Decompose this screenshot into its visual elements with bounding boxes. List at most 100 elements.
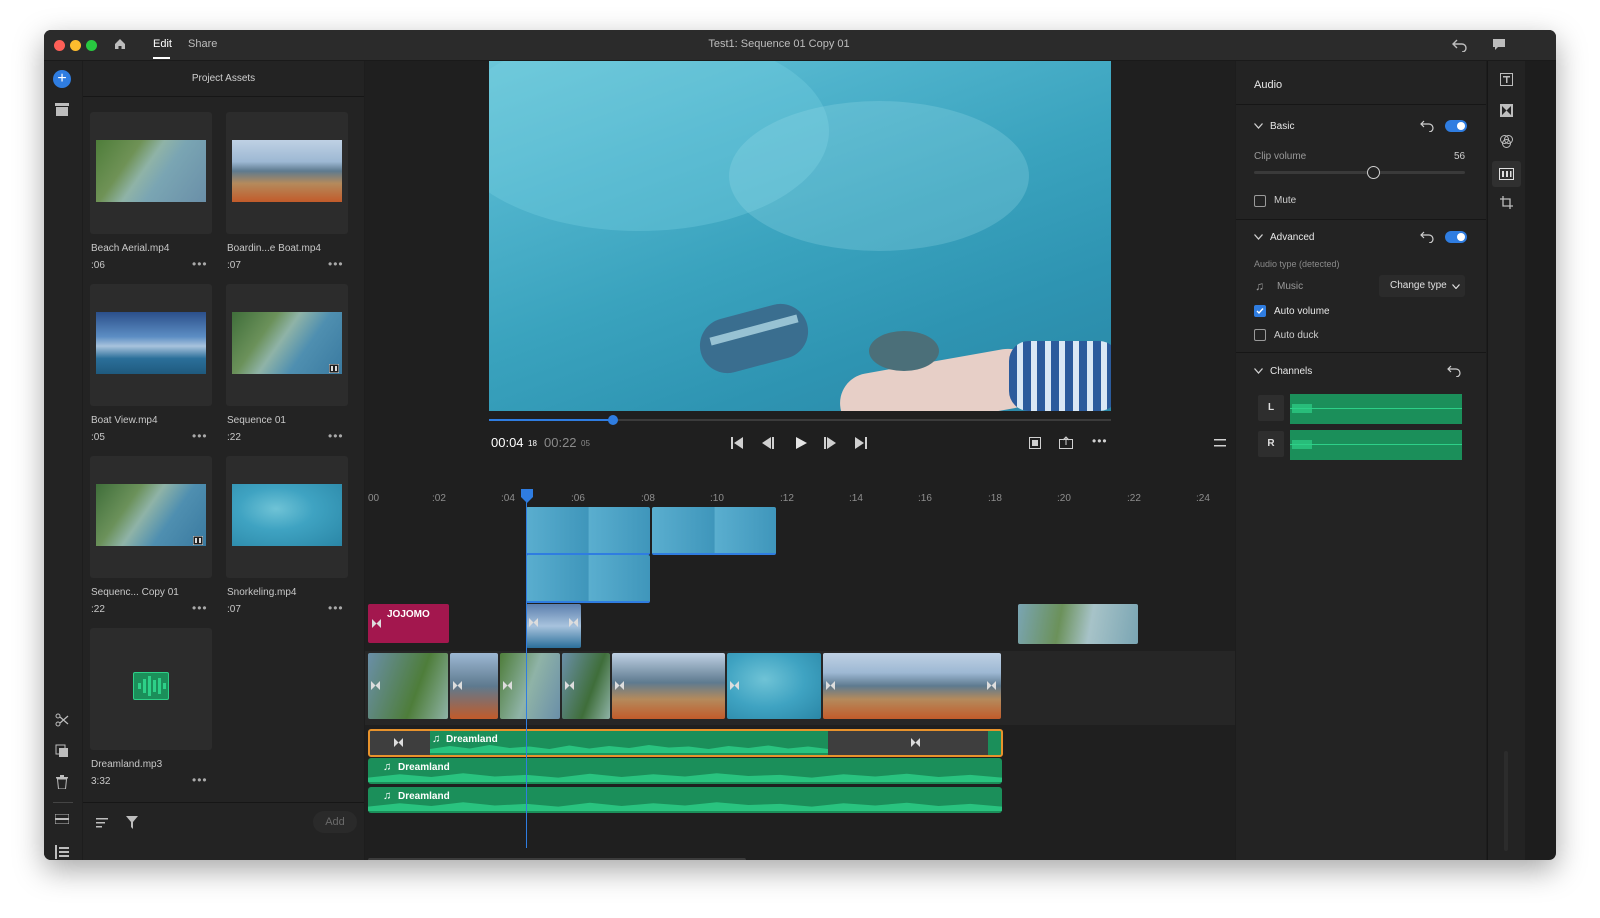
asset-card-boat-view[interactable] xyxy=(90,284,212,406)
right-channel-button[interactable]: R xyxy=(1258,431,1284,457)
step-forward-icon[interactable] xyxy=(824,437,836,449)
asset-name: Boardin...e Boat.mp4 xyxy=(227,243,321,254)
audio-clip-selected[interactable]: ♫ Dreamland xyxy=(368,729,1003,757)
timeline-clip[interactable] xyxy=(526,604,581,648)
timeline-clip[interactable] xyxy=(526,555,650,603)
asset-name: Sequence 01 xyxy=(227,415,286,426)
go-to-end-icon[interactable] xyxy=(855,437,867,449)
transitions-icon[interactable] xyxy=(1500,104,1513,117)
timeline-clip[interactable] xyxy=(1018,604,1138,644)
project-assets-header: Project Assets xyxy=(191,73,256,84)
slider-thumb[interactable] xyxy=(1367,166,1380,179)
basic-section-label[interactable]: Basic xyxy=(1270,121,1294,132)
left-channel-button[interactable]: L xyxy=(1258,395,1284,421)
scrub-handle[interactable] xyxy=(608,415,619,425)
asset-card-beach-aerial[interactable] xyxy=(90,112,212,234)
timeline-clip[interactable] xyxy=(526,507,650,555)
more-options-icon[interactable]: ••• xyxy=(192,773,208,787)
comment-icon[interactable] xyxy=(1492,38,1506,52)
delete-icon[interactable] xyxy=(56,775,68,789)
more-options-icon[interactable]: ••• xyxy=(192,601,208,615)
track-list-icon[interactable] xyxy=(55,845,69,859)
asset-card-sequence-copy-01[interactable] xyxy=(90,456,212,578)
timeline-clip[interactable] xyxy=(368,653,448,719)
window-title: Test1: Sequence 01 Copy 01 xyxy=(708,38,850,50)
timeline-clip[interactable] xyxy=(652,507,776,555)
audio-panel-header: Audio xyxy=(1254,79,1283,91)
add-button[interactable]: Add xyxy=(313,811,357,833)
reset-icon[interactable] xyxy=(1420,120,1434,132)
timeline-menu-icon[interactable] xyxy=(1214,439,1226,447)
filter-icon[interactable] xyxy=(126,816,138,829)
more-options-icon[interactable]: ••• xyxy=(328,601,344,615)
mute-checkbox[interactable] xyxy=(1254,195,1266,207)
title-clip[interactable]: JOJOMO xyxy=(368,604,449,643)
scissors-icon[interactable] xyxy=(55,713,69,727)
titles-icon[interactable] xyxy=(1500,73,1513,86)
timeline-clip[interactable] xyxy=(500,653,560,719)
asset-card-snorkeling[interactable] xyxy=(226,456,348,578)
left-channel-waveform xyxy=(1290,394,1462,424)
color-icon[interactable] xyxy=(1499,134,1514,149)
current-frames: 18 xyxy=(528,439,537,448)
chevron-down-icon[interactable] xyxy=(1254,234,1263,240)
timeline-tick: :20 xyxy=(1057,493,1071,504)
auto-duck-checkbox[interactable] xyxy=(1254,329,1266,341)
timeline-clip[interactable] xyxy=(612,653,725,719)
asset-duration: :07 xyxy=(227,604,241,615)
basic-toggle[interactable] xyxy=(1445,120,1467,132)
track-height-icon[interactable] xyxy=(55,814,69,824)
play-icon[interactable] xyxy=(795,437,807,449)
chevron-down-icon[interactable] xyxy=(1254,123,1263,129)
fit-screen-icon[interactable] xyxy=(1029,437,1041,449)
panel-scrollbar[interactable] xyxy=(1504,751,1508,851)
duplicate-icon[interactable] xyxy=(55,744,69,758)
go-to-start-icon[interactable] xyxy=(731,437,743,449)
advanced-toggle[interactable] xyxy=(1445,231,1467,243)
change-type-dropdown[interactable]: Change type xyxy=(1379,275,1465,297)
asset-duration: :22 xyxy=(91,604,105,615)
asset-card-sequence-01[interactable] xyxy=(226,284,348,406)
timeline-scrollbar[interactable] xyxy=(368,858,746,860)
timeline-tick: :04 xyxy=(501,493,515,504)
audio-clip[interactable]: ♫ Dreamland xyxy=(368,787,1002,813)
player-more-icon[interactable]: ••• xyxy=(1092,434,1108,448)
chevron-down-icon[interactable] xyxy=(1254,368,1263,374)
audio-clip[interactable]: ♫ Dreamland xyxy=(368,758,1002,784)
advanced-section-label[interactable]: Advanced xyxy=(1270,232,1314,243)
step-back-icon[interactable] xyxy=(762,437,774,449)
timeline-tick: :14 xyxy=(849,493,863,504)
music-note-icon: ♫ xyxy=(432,733,441,745)
more-options-icon[interactable]: ••• xyxy=(328,257,344,271)
scrub-bar[interactable] xyxy=(489,415,1111,425)
audio-tab-active[interactable] xyxy=(1492,161,1521,187)
timeline-clip[interactable] xyxy=(450,653,498,719)
add-media-icon[interactable]: + xyxy=(53,70,71,88)
reset-icon[interactable] xyxy=(1420,231,1434,243)
editor-center: 00:04 18 00:22 05 ••• 00 :02 :04 :06 :08… xyxy=(365,61,1235,860)
auto-volume-label: Auto volume xyxy=(1274,306,1330,317)
asset-card-boarding-boat[interactable] xyxy=(226,112,348,234)
crop-icon[interactable] xyxy=(1500,196,1513,209)
channels-section-label[interactable]: Channels xyxy=(1270,366,1312,377)
more-options-icon[interactable]: ••• xyxy=(192,257,208,271)
asset-card-dreamland[interactable] xyxy=(90,628,212,750)
project-assets-icon[interactable] xyxy=(55,103,69,116)
timeline-tick: :12 xyxy=(780,493,794,504)
auto-volume-checkbox[interactable] xyxy=(1254,305,1266,317)
reset-icon[interactable] xyxy=(1447,365,1461,377)
asset-name: Beach Aerial.mp4 xyxy=(91,243,170,254)
sort-icon[interactable] xyxy=(96,818,108,828)
playhead-handle[interactable] xyxy=(521,489,533,503)
panel-divider xyxy=(1236,352,1486,353)
timeline-clip[interactable] xyxy=(562,653,610,719)
transition-icon xyxy=(911,738,920,747)
clip-volume-slider[interactable] xyxy=(1254,166,1465,179)
timeline-clip[interactable] xyxy=(823,653,1001,719)
more-options-icon[interactable]: ••• xyxy=(192,429,208,443)
timeline-clip[interactable] xyxy=(727,653,821,719)
sequence-badge-icon xyxy=(193,536,203,545)
undo-icon[interactable] xyxy=(1452,38,1468,52)
export-frame-icon[interactable] xyxy=(1059,436,1073,449)
more-options-icon[interactable]: ••• xyxy=(328,429,344,443)
